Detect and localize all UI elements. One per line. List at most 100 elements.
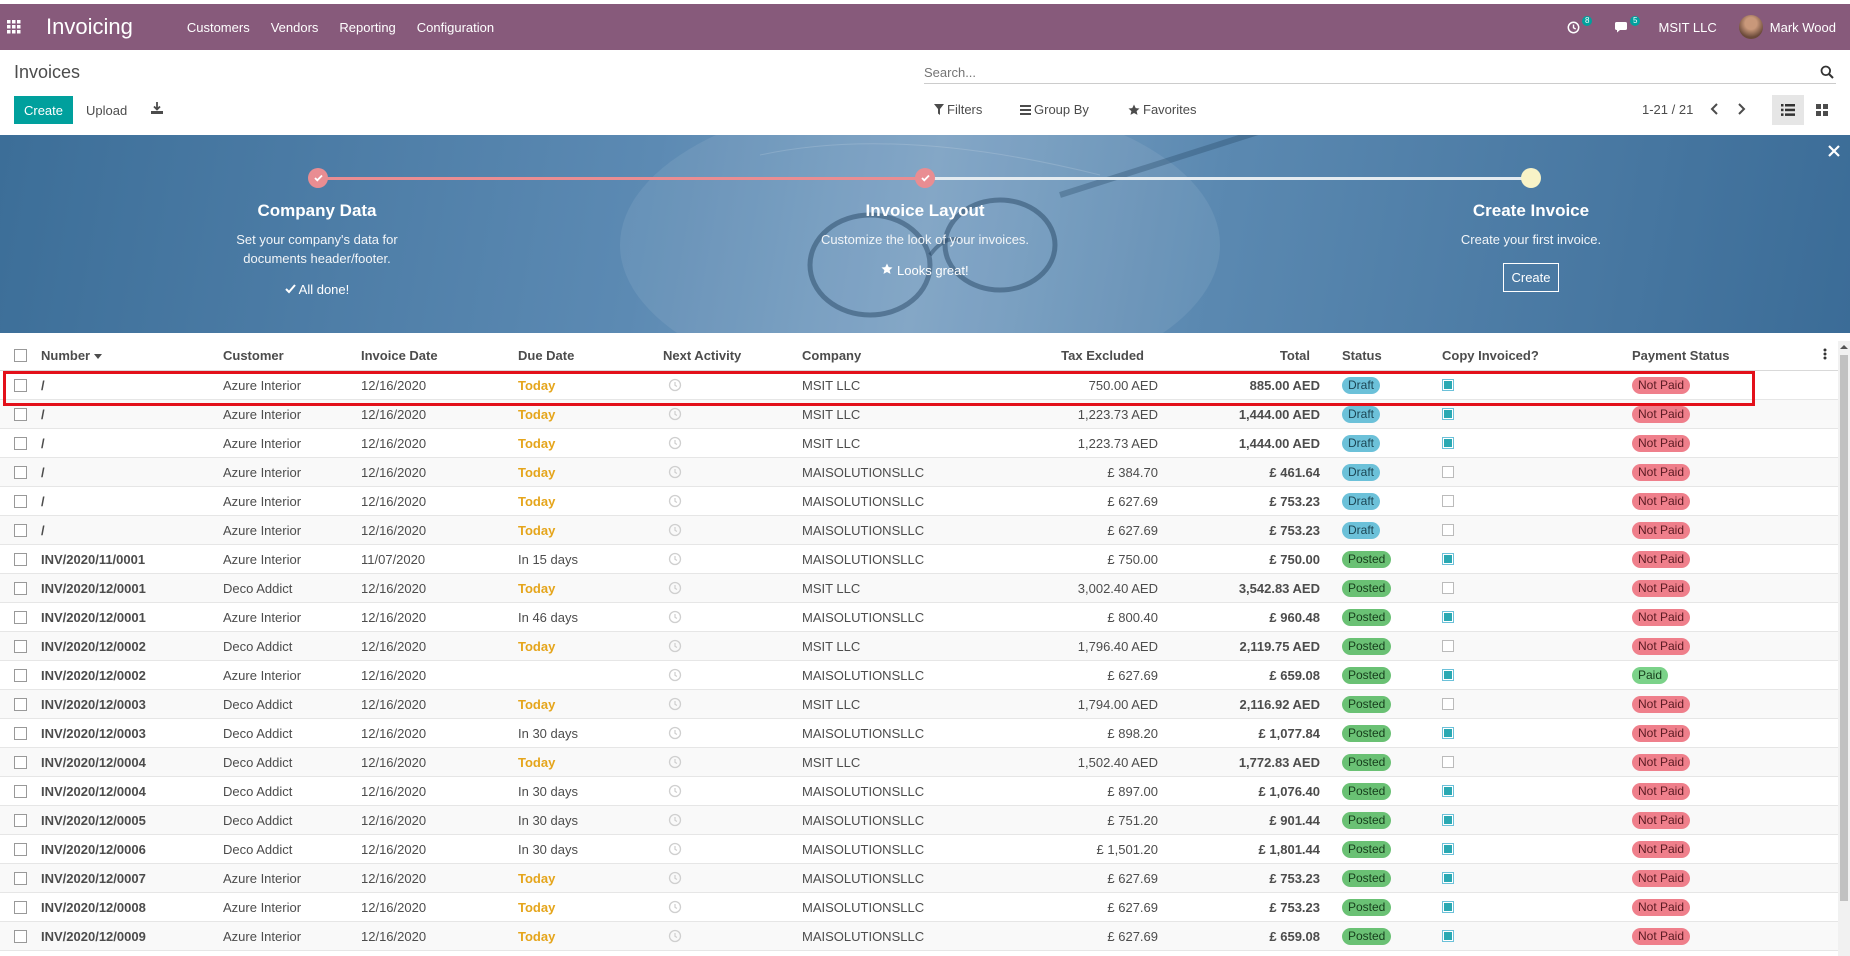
activity-clock-icon[interactable]: [668, 726, 682, 740]
table-row[interactable]: INV/2020/12/0001 Azure Interior 12/16/2020…: [0, 603, 1838, 632]
activity-clock-icon[interactable]: [668, 697, 682, 711]
activity-clock-icon[interactable]: [668, 378, 682, 392]
groupby-button[interactable]: Group By: [1020, 102, 1089, 117]
activity-clock-icon[interactable]: [668, 929, 682, 943]
row-select-checkbox[interactable]: [14, 669, 27, 682]
activity-clock-icon[interactable]: [668, 465, 682, 479]
row-select-checkbox[interactable]: [14, 379, 27, 392]
header-invoice-date[interactable]: Invoice Date: [361, 348, 438, 363]
table-row[interactable]: INV/2020/12/0002 Deco Addict 12/16/2020 Tod…: [0, 632, 1838, 661]
activity-clock-icon[interactable]: [668, 900, 682, 914]
scrollbar-thumb[interactable]: [1840, 355, 1848, 901]
step-title[interactable]: Create Invoice: [1381, 201, 1681, 221]
header-payment-status[interactable]: Payment Status: [1632, 348, 1730, 363]
row-select-checkbox[interactable]: [14, 640, 27, 653]
table-row[interactable]: INV/2020/12/0003 Deco Addict 12/16/2020 Tod…: [0, 690, 1838, 719]
activity-clock-icon[interactable]: [668, 784, 682, 798]
filters-button[interactable]: Filters: [934, 102, 982, 117]
row-select-checkbox[interactable]: [14, 437, 27, 450]
table-row[interactable]: INV/2020/12/0002 Azure Interior 12/16/2020…: [0, 661, 1838, 690]
upload-button[interactable]: Upload: [86, 103, 127, 118]
activity-clock-icon[interactable]: [668, 668, 682, 682]
row-select-checkbox[interactable]: [14, 756, 27, 769]
header-total[interactable]: Total: [1280, 348, 1310, 363]
table-row[interactable]: / Azure Interior 12/16/2020 Today MSIT LLC 1,…: [0, 400, 1838, 429]
table-row[interactable]: INV/2020/12/0009 Azure Interior 12/16/2020…: [0, 922, 1838, 951]
menu-vendors[interactable]: Vendors: [271, 20, 319, 35]
menu-reporting[interactable]: Reporting: [339, 20, 395, 35]
kanban-view-button[interactable]: [1806, 95, 1838, 125]
table-row[interactable]: INV/2020/12/0003 Deco Addict 12/16/2020 In …: [0, 719, 1838, 748]
close-icon[interactable]: [1828, 145, 1840, 157]
user-menu[interactable]: Mark Wood: [1738, 15, 1836, 39]
row-select-checkbox[interactable]: [14, 872, 27, 885]
table-row[interactable]: / Azure Interior 12/16/2020 Today MSIT LLC 75…: [0, 371, 1838, 400]
download-icon[interactable]: [150, 101, 164, 115]
app-brand[interactable]: Invoicing: [46, 14, 133, 40]
header-number[interactable]: Number: [41, 348, 102, 363]
row-select-checkbox[interactable]: [14, 930, 27, 943]
header-due-date[interactable]: Due Date: [518, 348, 574, 363]
table-row[interactable]: / Azure Interior 12/16/2020 Today MSIT LLC 1,…: [0, 429, 1838, 458]
chevron-left-icon[interactable]: [1708, 102, 1722, 116]
menu-customers[interactable]: Customers: [187, 20, 250, 35]
create-invoice-button[interactable]: Create: [1503, 263, 1559, 292]
row-select-checkbox[interactable]: [14, 843, 27, 856]
activity-clock-icon[interactable]: [668, 407, 682, 421]
search-icon[interactable]: [1820, 65, 1834, 79]
header-customer[interactable]: Customer: [223, 348, 284, 363]
table-row[interactable]: INV/2020/12/0007 Azure Interior 12/16/2020…: [0, 864, 1838, 893]
activity-clock-icon[interactable]: [668, 813, 682, 827]
activity-clock-icon[interactable]: [668, 494, 682, 508]
activity-clock-icon[interactable]: [668, 523, 682, 537]
activity-clock-icon[interactable]: [668, 581, 682, 595]
pager-value[interactable]: 1-21 / 21: [1642, 102, 1693, 117]
row-select-checkbox[interactable]: [14, 582, 27, 595]
row-select-checkbox[interactable]: [14, 785, 27, 798]
row-select-checkbox[interactable]: [14, 727, 27, 740]
optional-columns-icon[interactable]: [1823, 348, 1827, 363]
favorites-button[interactable]: Favorites: [1128, 102, 1196, 117]
table-row[interactable]: INV/2020/11/0001 Azure Interior 11/07/2020…: [0, 545, 1838, 574]
activity-clock-icon[interactable]: [668, 610, 682, 624]
header-next-activity[interactable]: Next Activity: [663, 348, 741, 363]
table-row[interactable]: / Azure Interior 12/16/2020 Today MAISOLUTIO…: [0, 458, 1838, 487]
search-input[interactable]: [924, 62, 1804, 80]
vertical-scrollbar[interactable]: [1838, 341, 1850, 956]
table-row[interactable]: INV/2020/12/0006 Deco Addict 12/16/2020 In …: [0, 835, 1838, 864]
activity-clock-icon[interactable]: [668, 842, 682, 856]
header-copy-invoiced[interactable]: Copy Invoiced?: [1442, 348, 1539, 363]
messages-chat-icon[interactable]: 5: [1610, 16, 1641, 38]
row-select-checkbox[interactable]: [14, 553, 27, 566]
step-title[interactable]: Company Data: [167, 201, 467, 221]
table-row[interactable]: INV/2020/12/0005 Deco Addict 12/16/2020 In …: [0, 806, 1838, 835]
activity-clock-icon[interactable]: [668, 436, 682, 450]
row-select-checkbox[interactable]: [14, 901, 27, 914]
table-row[interactable]: / Azure Interior 12/16/2020 Today MAISOLUTIO…: [0, 487, 1838, 516]
step-title[interactable]: Invoice Layout: [775, 201, 1075, 221]
scroll-up-arrow-icon[interactable]: [1840, 343, 1848, 351]
header-status[interactable]: Status: [1342, 348, 1382, 363]
chevron-right-icon[interactable]: [1734, 102, 1748, 116]
activity-clock-icon[interactable]: [668, 552, 682, 566]
activity-clock-icon[interactable]: [668, 871, 682, 885]
select-all-checkbox[interactable]: [14, 349, 27, 362]
header-company[interactable]: Company: [802, 348, 861, 363]
company-switcher[interactable]: MSIT LLC: [1658, 20, 1716, 35]
row-select-checkbox[interactable]: [14, 466, 27, 479]
row-select-checkbox[interactable]: [14, 814, 27, 827]
apps-menu-icon[interactable]: [0, 4, 28, 50]
table-row[interactable]: INV/2020/12/0008 Azure Interior 12/16/2020…: [0, 893, 1838, 922]
list-view-button[interactable]: [1772, 95, 1804, 125]
table-row[interactable]: INV/2020/12/0004 Deco Addict 12/16/2020 In …: [0, 777, 1838, 806]
table-row[interactable]: INV/2020/12/0004 Deco Addict 12/16/2020 Tod…: [0, 748, 1838, 777]
table-row[interactable]: / Azure Interior 12/16/2020 Today MAISOLUTIO…: [0, 516, 1838, 545]
header-tax-excluded[interactable]: Tax Excluded: [1061, 348, 1144, 363]
activity-clock-icon[interactable]: [668, 755, 682, 769]
activity-clock-icon[interactable]: [668, 639, 682, 653]
row-select-checkbox[interactable]: [14, 611, 27, 624]
row-select-checkbox[interactable]: [14, 698, 27, 711]
activity-clock-icon[interactable]: 8: [1562, 16, 1593, 38]
row-select-checkbox[interactable]: [14, 495, 27, 508]
table-row[interactable]: INV/2020/12/0001 Deco Addict 12/16/2020 Tod…: [0, 574, 1838, 603]
